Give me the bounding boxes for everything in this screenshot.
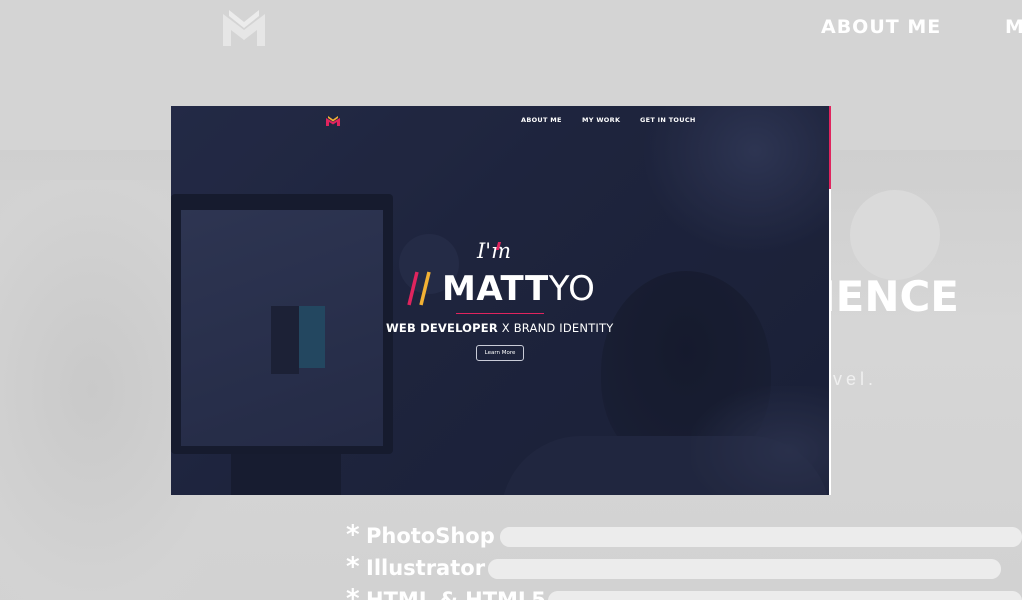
nav-my-work[interactable]: MY WORK [582,116,620,124]
hero-tagline: WEB DEVELOPER X BRAND IDENTITY [386,321,613,335]
skill-bar-fill [500,527,1022,547]
asterisk-icon: * [346,552,360,582]
m-logo-icon[interactable] [221,8,267,48]
lightbox-image[interactable]: ABOUT ME MY WORK GET IN TOUCH I'm MATTYO… [171,106,830,495]
skill-bar-fill [548,591,1022,600]
name-underline [456,313,544,314]
skill-bar [500,527,1022,547]
skill-label: Illustrator [366,556,486,580]
nav-about-me[interactable]: ABOUT ME [821,16,941,38]
nav-get-in-touch[interactable]: GET IN TOUCH [640,116,696,124]
asterisk-icon: * [346,520,360,550]
m-logo-icon[interactable] [325,115,341,127]
nav-my-work-partial[interactable]: M [1005,16,1022,38]
section-heading: IENCE [820,272,959,321]
lightbox-edge [829,189,831,495]
hero-name: MATTYO [442,269,595,309]
skill-bar [488,559,1001,579]
skill-bar-fill [488,559,1001,579]
lightbox-edge-accent [829,106,831,189]
asterisk-icon: * [346,584,360,600]
hero-greeting: I'm [477,239,511,263]
tagline-rest: X BRAND IDENTITY [497,321,614,335]
skill-label: HTML & HTML5 [366,588,546,600]
hero-name-light: YO [548,269,596,309]
hero-name-bold: MATT [442,269,549,309]
tagline-role: WEB DEVELOPER [386,321,498,335]
double-slash-icon [407,271,431,306]
skill-bar [548,591,1022,600]
background-circle [850,190,940,280]
learn-more-button[interactable]: Learn More [476,345,524,361]
skill-label: PhotoShop [366,524,495,548]
section-subtitle: vel. [833,369,878,389]
nav-about-me[interactable]: ABOUT ME [521,116,562,124]
